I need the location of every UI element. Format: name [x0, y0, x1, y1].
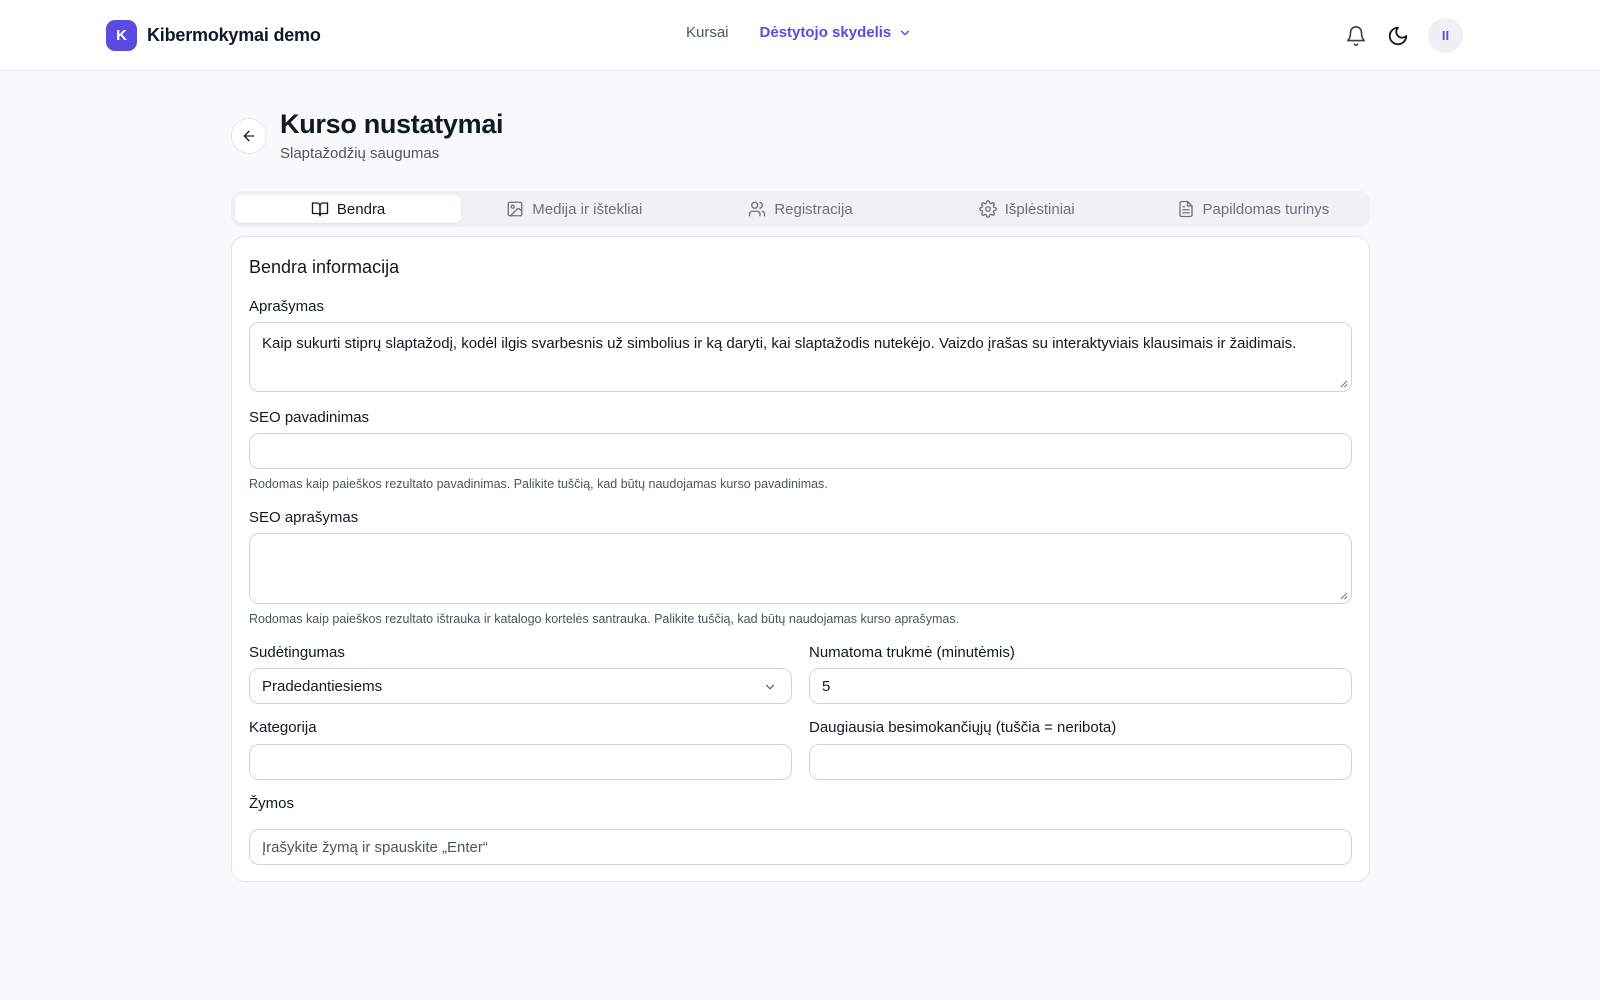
arrow-left-icon	[243, 130, 255, 142]
bell-icon[interactable]	[1344, 24, 1368, 48]
tab-label: Išplėstiniai	[1004, 200, 1075, 218]
duration-label: Numatoma trukmė (minutėmis)	[809, 644, 1015, 661]
seo-description-label: SEO aprašymas	[249, 509, 359, 526]
tab-general[interactable]: Bendra	[235, 195, 462, 223]
description-value: Kaip sukurti stiprų slaptažodį, kodėl il…	[262, 335, 1297, 352]
general-info-card: Bendra informacija Aprašymas Kaip sukurt…	[231, 236, 1370, 882]
tab-label: Papildomas turinys	[1202, 200, 1330, 218]
book-open-icon	[311, 202, 329, 217]
category-input[interactable]	[249, 744, 792, 780]
difficulty-select[interactable]: Pradedantiesiems	[249, 668, 792, 704]
duration-value: 5	[822, 677, 831, 695]
resize-handle-icon[interactable]	[1339, 591, 1348, 600]
max-students-input[interactable]	[809, 744, 1352, 780]
brand-name: Kibermokymai demo	[147, 25, 321, 45]
chevron-down-icon	[901, 30, 910, 35]
tags-input[interactable]: Įrašykite žymą ir spauskite „Enter“	[249, 829, 1352, 865]
tab-label: Bendra	[336, 200, 386, 218]
tab-label: Registracija	[774, 200, 853, 218]
main-nav: Kursai Dėstytojo skydelis	[686, 24, 912, 41]
difficulty-label: Sudėtingumas	[249, 644, 345, 661]
back-button[interactable]	[231, 118, 267, 154]
tags-label: Žymos	[249, 795, 294, 812]
tab-label: Medija ir ištekliai	[532, 200, 643, 218]
top-navbar: K Kibermokymai demo Kursai Dėstytojo sky…	[0, 0, 1600, 71]
file-text-icon	[1178, 200, 1193, 218]
brand[interactable]: K Kibermokymai demo	[106, 20, 321, 51]
max-students-label: Daugiausia besimokančiųjų (tuščia = neri…	[809, 719, 1117, 736]
duration-input[interactable]: 5	[809, 668, 1352, 704]
gear-icon	[978, 200, 997, 218]
page-subtitle: Slaptažodžių saugumas	[280, 145, 440, 162]
tab-registration[interactable]: Registracija	[687, 195, 913, 223]
seo-description-help: Rodomas kaip paieškos rezultato ištrauka…	[249, 612, 960, 626]
seo-title-help: Rodomas kaip paieškos rezultato pavadini…	[249, 477, 828, 491]
seo-description-textarea[interactable]	[249, 533, 1352, 604]
seo-title-input[interactable]	[249, 433, 1352, 469]
moon-icon[interactable]	[1386, 24, 1410, 48]
nav-menu-label: Dėstytojo skydelis	[759, 24, 892, 41]
nav-menu-instructor-dashboard[interactable]: Dėstytojo skydelis	[760, 24, 913, 41]
category-label: Kategorija	[249, 719, 317, 736]
tags-placeholder: Įrašykite žymą ir spauskite „Enter“	[262, 838, 488, 856]
tab-additional-content[interactable]: Papildomas turinys	[1140, 195, 1366, 223]
tab-media[interactable]: Medija ir ištekliai	[461, 195, 687, 223]
section-title: Bendra informacija	[249, 257, 400, 277]
tab-advanced[interactable]: Išplėstiniai	[914, 195, 1140, 223]
nav-link-courses[interactable]: Kursai	[686, 24, 729, 41]
seo-title-label: SEO pavadinimas	[249, 409, 370, 426]
difficulty-value: Pradedantiesiems	[262, 677, 383, 695]
resize-handle-icon[interactable]	[1339, 379, 1348, 388]
top-actions: II	[1344, 18, 1463, 53]
image-icon	[507, 201, 523, 217]
settings-tabs: Bendra Medija ir ištekliai Registracija …	[231, 191, 1370, 227]
description-label: Aprašymas	[249, 298, 325, 315]
user-avatar[interactable]: II	[1428, 18, 1463, 53]
chevron-down-icon	[765, 684, 775, 690]
page-title: Kurso nustatymai	[280, 109, 504, 139]
users-icon	[749, 201, 766, 217]
brand-logo: K	[106, 20, 137, 51]
description-textarea[interactable]: Kaip sukurti stiprų slaptažodį, kodėl il…	[249, 322, 1352, 392]
